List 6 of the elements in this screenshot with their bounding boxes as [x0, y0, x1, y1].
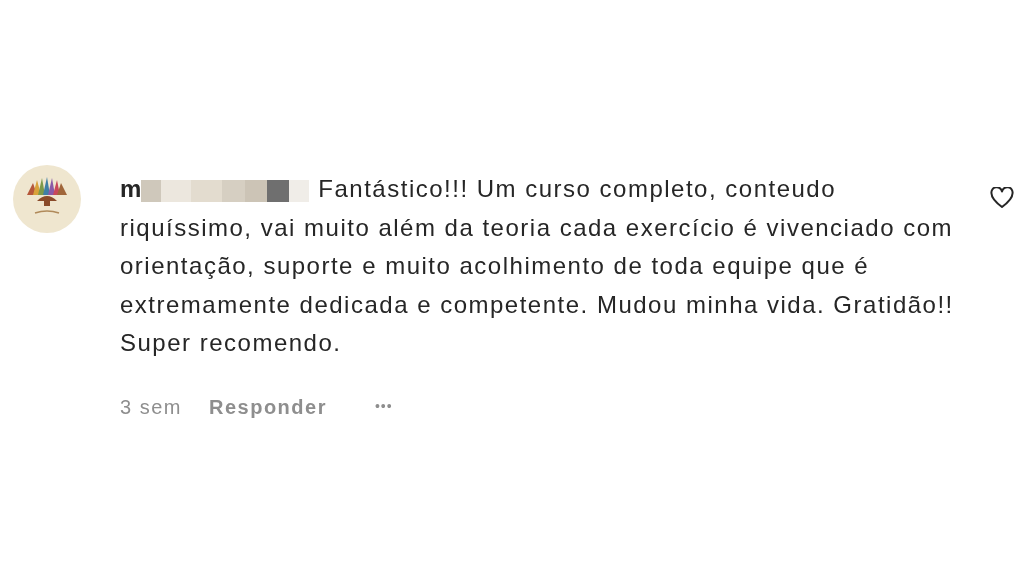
more-options-button[interactable]: •••	[374, 396, 393, 417]
avatar-logo-icon[interactable]	[13, 165, 81, 233]
comment-time: 3 sem	[120, 394, 182, 420]
heart-icon[interactable]	[990, 187, 1014, 209]
comment-text: m Fantástico!!! Um curso completo, conteudo riquíssimo, vai muito além da teoria cada exercício é vivenciado com orientação, suporte e muito acolhimento de toda equipe que é extremamente dedicada e competente. Mudou minha vida. Gratidão!! Super recomendo.	[120, 174, 955, 358]
reply-button[interactable]: Responder	[208, 391, 327, 422]
